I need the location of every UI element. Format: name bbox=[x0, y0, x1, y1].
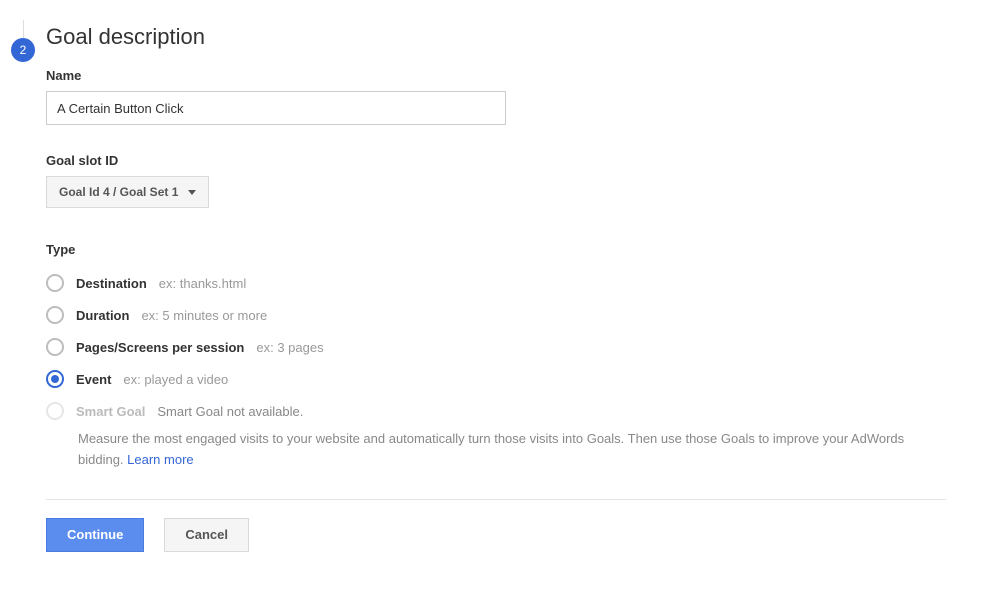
continue-button[interactable]: Continue bbox=[46, 518, 144, 552]
goal-type-radio-group: Destination ex: thanks.html Duration ex:… bbox=[46, 267, 946, 471]
radio-hint: Smart Goal not available. bbox=[157, 404, 303, 419]
step-number-badge: 2 bbox=[11, 38, 35, 62]
radio-duration[interactable]: Duration ex: 5 minutes or more bbox=[46, 299, 946, 331]
radio-icon bbox=[46, 338, 64, 356]
radio-icon bbox=[46, 402, 64, 420]
type-label: Type bbox=[46, 242, 946, 257]
name-label: Name bbox=[46, 68, 946, 83]
radio-icon bbox=[46, 370, 64, 388]
radio-hint: ex: thanks.html bbox=[159, 276, 246, 291]
step-rail: 2 bbox=[0, 20, 46, 62]
goal-slot-dropdown[interactable]: Goal Id 4 / Goal Set 1 bbox=[46, 176, 209, 208]
cancel-button[interactable]: Cancel bbox=[164, 518, 249, 552]
goal-slot-value: Goal Id 4 / Goal Set 1 bbox=[59, 185, 178, 199]
radio-label: Event bbox=[76, 372, 111, 387]
rail-line-top bbox=[23, 20, 24, 38]
section-title: Goal description bbox=[46, 24, 946, 50]
radio-label: Smart Goal bbox=[76, 404, 145, 419]
radio-label: Pages/Screens per session bbox=[76, 340, 244, 355]
radio-label: Duration bbox=[76, 308, 129, 323]
radio-pages-per-session[interactable]: Pages/Screens per session ex: 3 pages bbox=[46, 331, 946, 363]
smart-goal-description: Measure the most engaged visits to your … bbox=[78, 429, 916, 471]
caret-down-icon bbox=[188, 190, 196, 195]
goal-name-input[interactable] bbox=[46, 91, 506, 125]
button-row: Continue Cancel bbox=[46, 518, 946, 552]
radio-hint: ex: 3 pages bbox=[256, 340, 323, 355]
radio-smart-goal: Smart Goal Smart Goal not available. bbox=[46, 395, 946, 427]
radio-label: Destination bbox=[76, 276, 147, 291]
radio-icon bbox=[46, 306, 64, 324]
radio-hint: ex: 5 minutes or more bbox=[141, 308, 267, 323]
divider bbox=[46, 499, 946, 500]
radio-event[interactable]: Event ex: played a video bbox=[46, 363, 946, 395]
radio-hint: ex: played a video bbox=[123, 372, 228, 387]
slot-label: Goal slot ID bbox=[46, 153, 946, 168]
smart-goal-desc-text: Measure the most engaged visits to your … bbox=[78, 431, 904, 467]
radio-destination[interactable]: Destination ex: thanks.html bbox=[46, 267, 946, 299]
radio-icon bbox=[46, 274, 64, 292]
learn-more-link[interactable]: Learn more bbox=[127, 452, 193, 467]
